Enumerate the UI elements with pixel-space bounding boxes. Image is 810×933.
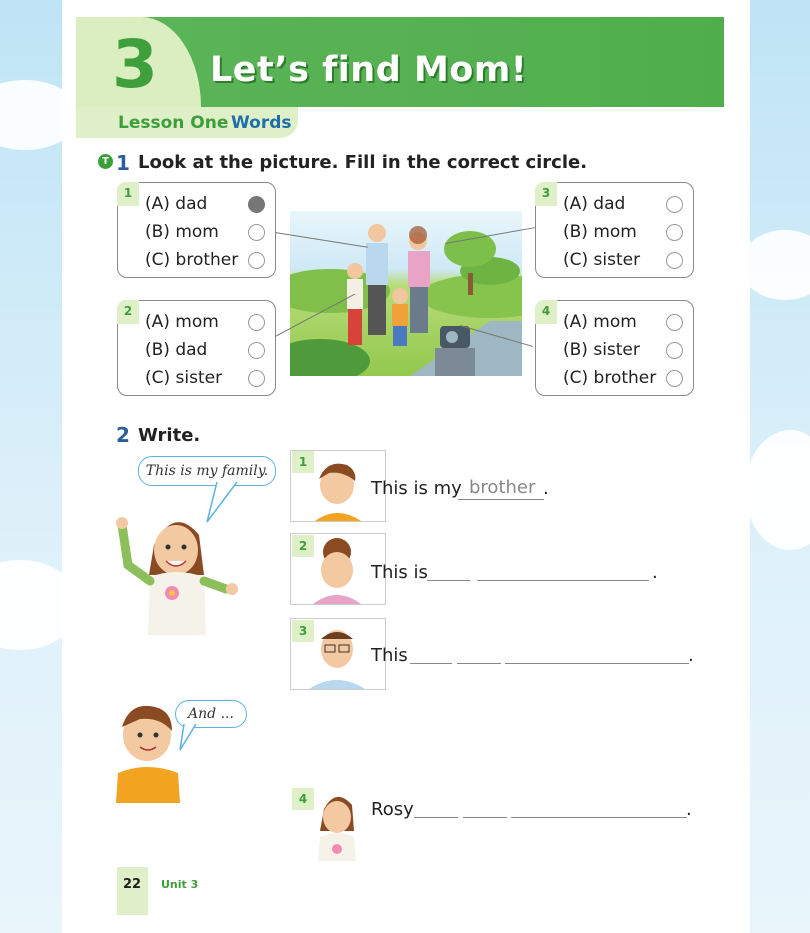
option-c: (C) sister — [145, 368, 223, 388]
question-box-3: 3 (A) dad (B) mom (C) sister — [535, 182, 694, 278]
item-prompt: This — [371, 645, 408, 666]
question-number: 4 — [535, 300, 557, 324]
boy-illustration — [100, 697, 188, 803]
item-period: . — [652, 562, 658, 583]
answer-circle-a[interactable] — [666, 196, 683, 213]
item-number: 1 — [292, 451, 314, 473]
answer-circle-b[interactable] — [666, 224, 683, 241]
answer-blank[interactable] — [505, 663, 689, 664]
girl-illustration — [114, 505, 244, 635]
item-number: 2 — [292, 535, 314, 557]
question-box-4: 4 (A) mom (B) sister (C) brother — [535, 300, 694, 396]
question-number: 1 — [117, 182, 139, 206]
answer-blank[interactable] — [463, 817, 507, 818]
option-a: (A) dad — [145, 194, 208, 214]
unit-number: 3 — [112, 26, 158, 103]
section-number: 2 — [116, 423, 130, 447]
answer-circle-b[interactable] — [666, 342, 683, 359]
question-box-1: 1 (A) dad (B) mom (C) brother — [117, 182, 276, 278]
answer-blank[interactable] — [477, 580, 649, 581]
lesson-label: Lesson One — [118, 113, 229, 133]
item-prompt: This is my — [371, 478, 462, 499]
option-c: (C) sister — [563, 250, 641, 270]
item-period: . — [686, 799, 692, 820]
section-instruction: Look at the picture. Fill in the correct… — [138, 152, 588, 173]
answer-blank[interactable] — [410, 663, 452, 664]
option-c: (C) brother — [145, 250, 239, 270]
answer-circle-c[interactable] — [666, 370, 683, 387]
option-c: (C) brother — [563, 368, 657, 388]
question-box-2: 2 (A) mom (B) dad (C) sister — [117, 300, 276, 396]
item-number: 3 — [292, 620, 314, 642]
answer-circle-c[interactable] — [666, 252, 683, 269]
answer-circle-a[interactable] — [666, 314, 683, 331]
item-number: 4 — [292, 788, 314, 810]
answer-circle-b[interactable] — [248, 224, 265, 241]
item-period: . — [543, 478, 549, 499]
answer-circle-c[interactable] — [248, 252, 265, 269]
option-a: (A) mom — [563, 312, 637, 332]
section-instruction: Write. — [138, 425, 201, 446]
item-period: . — [688, 645, 694, 666]
answer-blank[interactable] — [414, 817, 458, 818]
unit-label: Unit 3 — [161, 878, 199, 891]
option-b: (B) mom — [145, 222, 219, 242]
question-number: 2 — [117, 300, 139, 324]
option-a: (A) mom — [145, 312, 219, 332]
section-number: 1 — [116, 151, 130, 175]
page-number: 22 — [123, 877, 142, 892]
item-prompt: Rosy — [371, 799, 414, 820]
answer-blank[interactable] — [458, 499, 544, 500]
example-answer: brother — [469, 477, 536, 498]
answer-circle-c[interactable] — [248, 370, 265, 387]
option-b: (B) sister — [563, 340, 640, 360]
audio-track-icon[interactable]: T — [98, 154, 113, 169]
answer-blank[interactable] — [511, 817, 687, 818]
lesson-topic: Words — [231, 113, 292, 133]
option-a: (A) dad — [563, 194, 626, 214]
option-b: (B) dad — [145, 340, 208, 360]
answer-blank[interactable] — [457, 663, 501, 664]
option-b: (B) mom — [563, 222, 637, 242]
page-title: Let’s find Mom! — [210, 50, 528, 90]
answer-circle-a[interactable] — [248, 196, 265, 213]
item-prompt: This is — [371, 562, 428, 583]
question-number: 3 — [535, 182, 557, 206]
answer-blank[interactable] — [427, 580, 470, 581]
answer-circle-b[interactable] — [248, 342, 265, 359]
answer-circle-a[interactable] — [248, 314, 265, 331]
